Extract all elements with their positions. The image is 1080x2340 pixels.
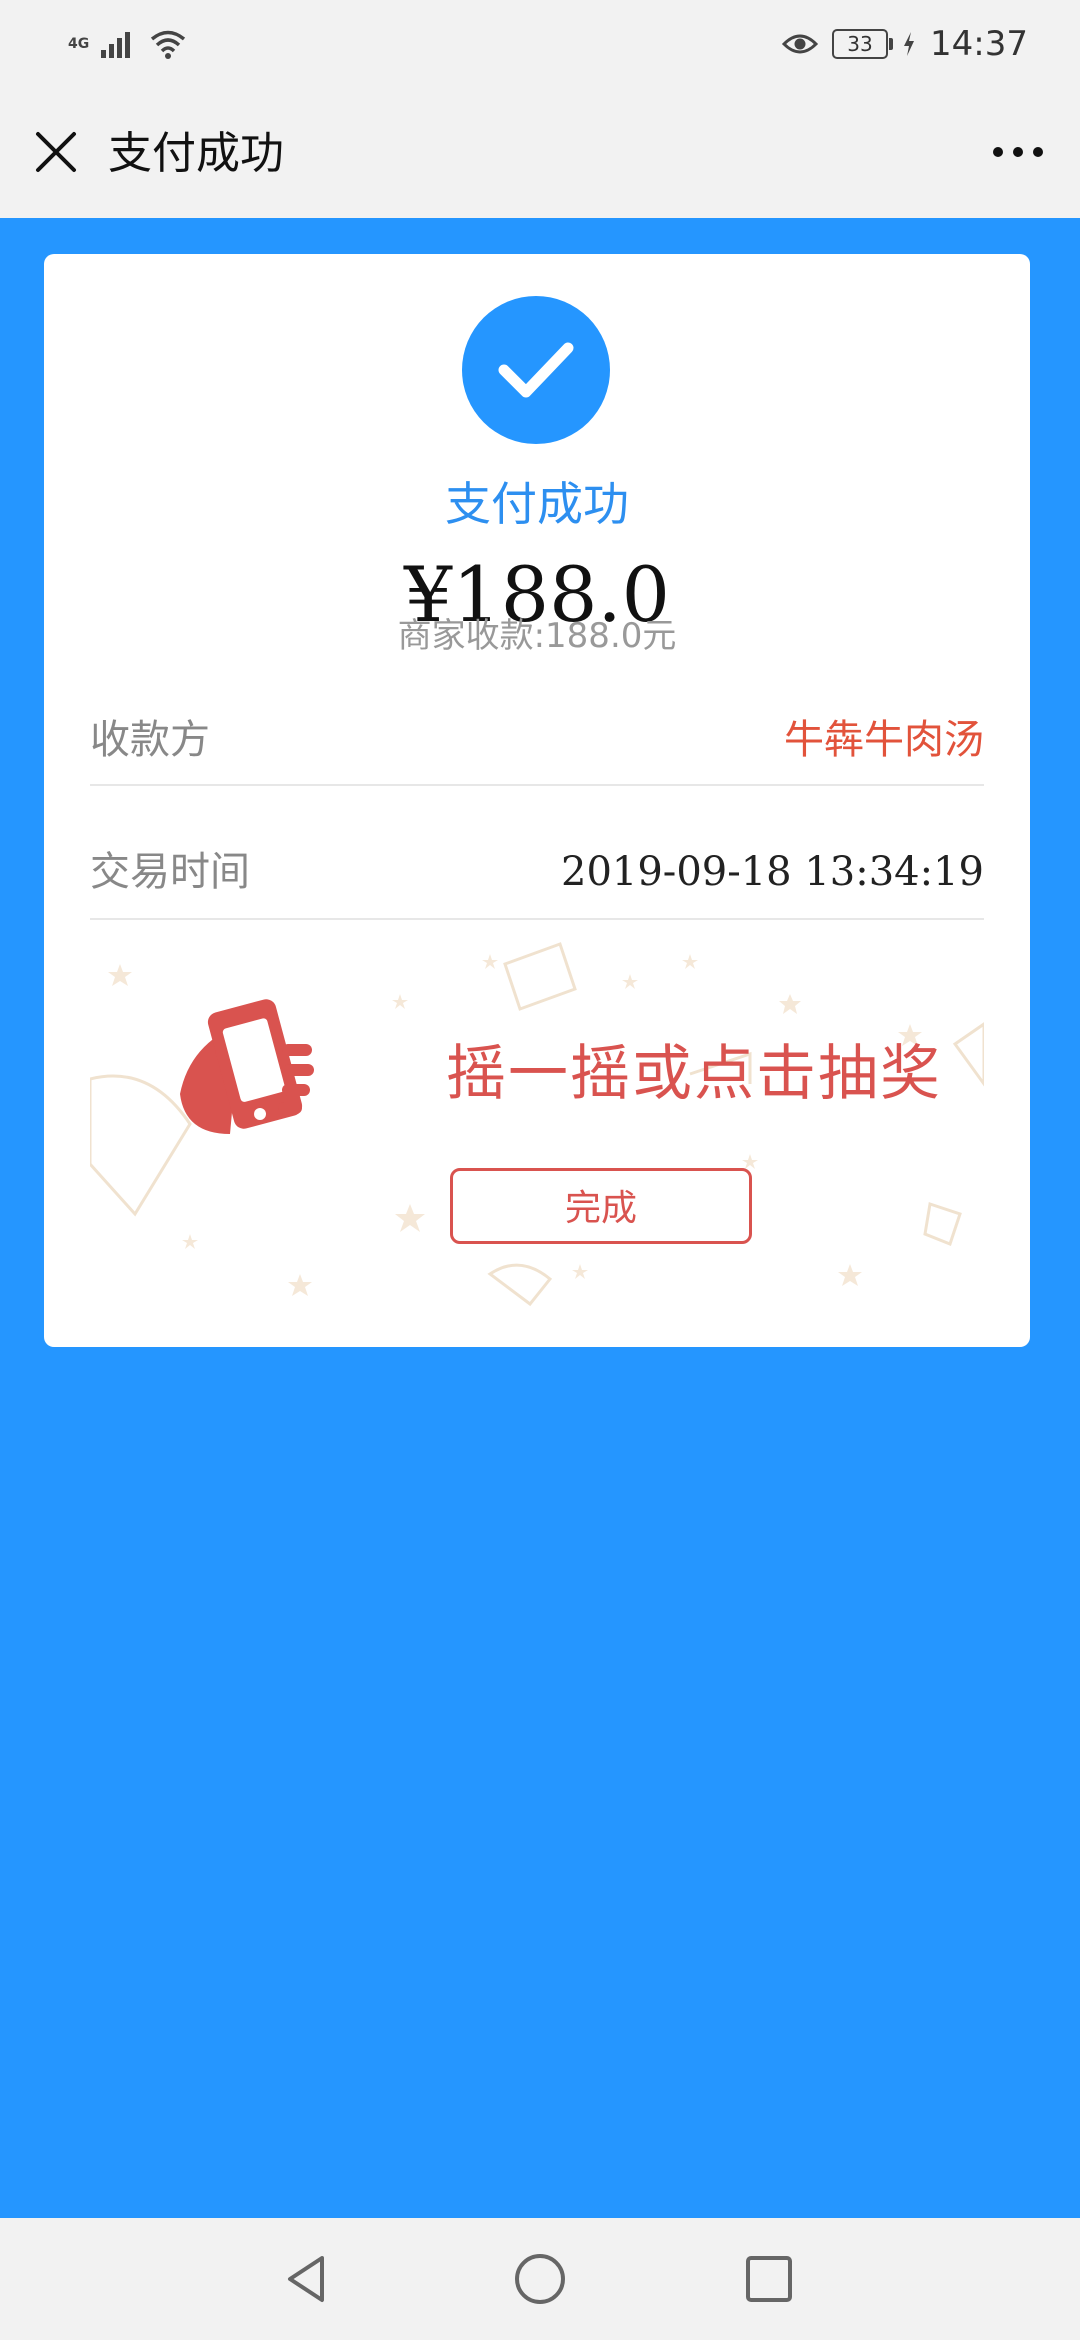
network-type: 4G [68, 36, 90, 52]
divider [90, 918, 984, 920]
nav-recents-button[interactable] [738, 2248, 800, 2310]
payee-label: 收款方 [90, 717, 210, 763]
payment-status-text: 支付成功 [445, 477, 629, 531]
status-bar-right: 33 14:37 [782, 22, 1028, 66]
lottery-prompt: 摇一摇或点击抽奖 [446, 1039, 942, 1109]
checkmark-icon [498, 342, 574, 398]
system-navigation-bar [0, 2218, 1080, 2340]
merchant-received-amount: 商家收款:188.0元 [397, 616, 677, 656]
success-check-badge [462, 296, 610, 444]
recents-square-icon [746, 2256, 792, 2302]
close-icon [36, 132, 76, 172]
more-options-button[interactable] [986, 124, 1050, 180]
title-bar: 支付成功 [0, 90, 1080, 218]
page-title: 支付成功 [108, 128, 284, 179]
divider [90, 784, 984, 786]
shake-phone-icon [180, 999, 314, 1134]
transaction-time-row: 交易时间 2019-09-18 13:34:19 [90, 806, 984, 936]
status-bar: 4G 33 14:37 [0, 0, 1080, 90]
payment-result-card: 支付成功 ¥188.0 商家收款:188.0元 收款方 牛犇牛肉汤 交易时间 2… [44, 254, 1030, 1347]
transaction-time-value: 2019-09-18 13:34:19 [561, 849, 984, 895]
wifi-icon [151, 30, 186, 59]
nav-back-button[interactable] [276, 2248, 338, 2310]
back-triangle-icon [288, 2256, 324, 2302]
clock: 14:37 [930, 24, 1028, 64]
charging-icon [904, 32, 915, 56]
transaction-time-label: 交易时间 [90, 849, 250, 895]
close-button[interactable] [28, 124, 84, 180]
nav-home-button[interactable] [509, 2248, 571, 2310]
battery-indicator: 33 [832, 29, 894, 59]
payee-value: 牛犇牛肉汤 [784, 717, 984, 763]
lottery-banner[interactable]: 摇一摇或点击抽奖 完成 [90, 934, 984, 1334]
home-circle-icon [515, 2254, 565, 2304]
more-icon [993, 147, 1043, 157]
done-button[interactable]: 完成 [450, 1168, 752, 1244]
status-bar-left: 4G [68, 22, 187, 66]
eye-comfort-icon [782, 34, 819, 54]
signal-icon [101, 32, 131, 58]
